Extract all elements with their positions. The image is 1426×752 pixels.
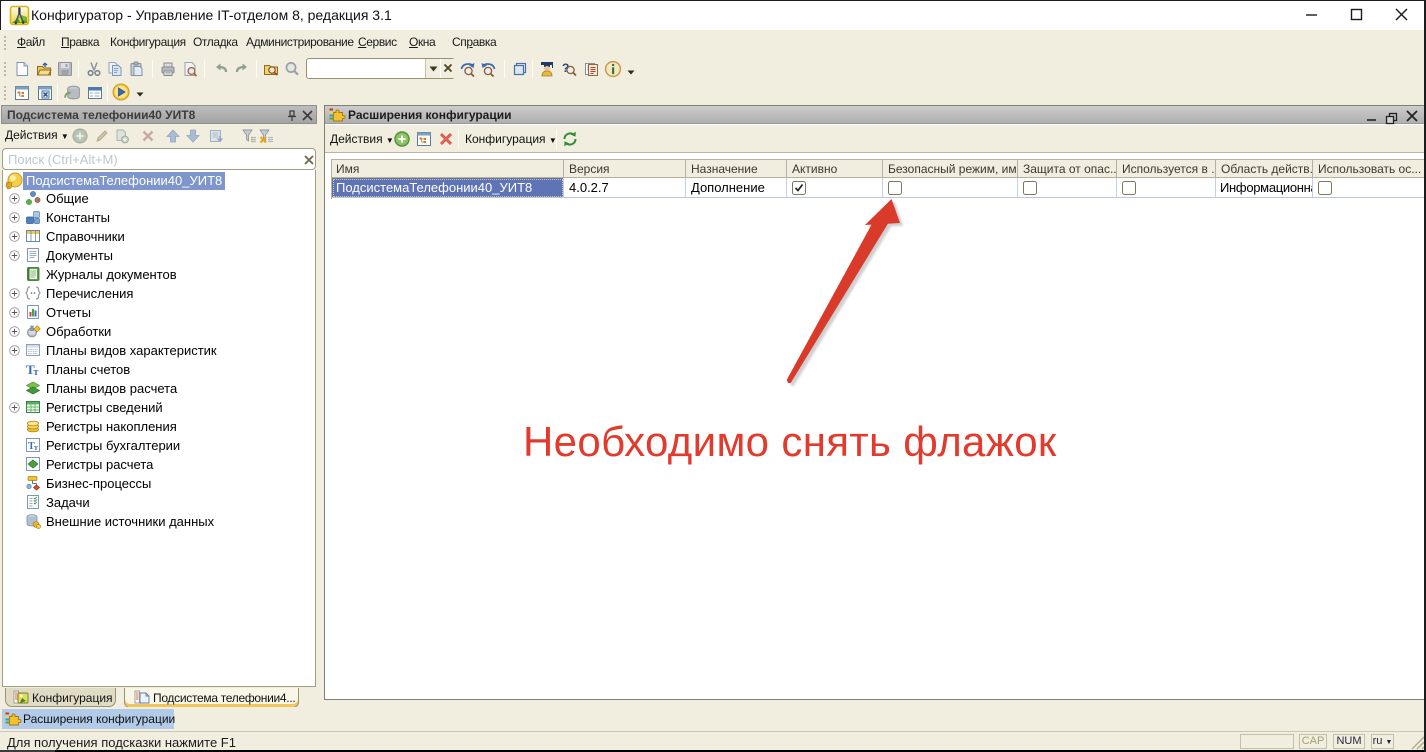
svg-text:т: т [34, 443, 38, 452]
svg-text:т: т [34, 367, 39, 378]
